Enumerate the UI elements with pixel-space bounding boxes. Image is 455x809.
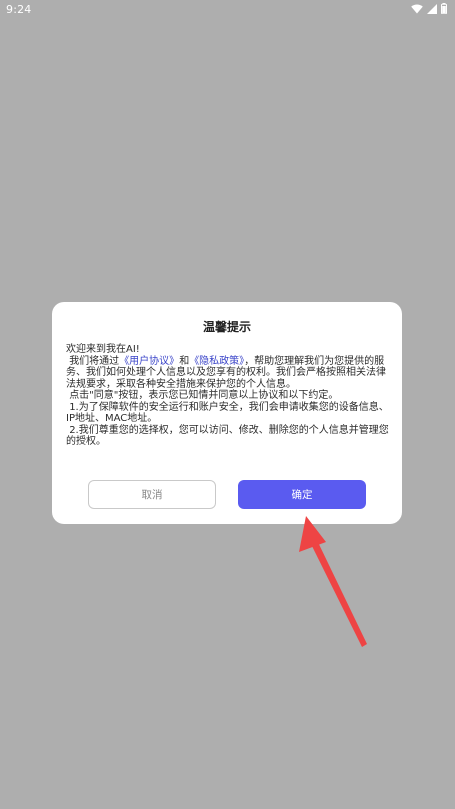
confirm-button[interactable]: 确定 <box>238 480 366 509</box>
battery-icon <box>441 3 447 14</box>
cancel-button[interactable]: 取消 <box>88 480 216 509</box>
dialog-body: 欢迎来到我在AI! 我们将通过《用户协议》和《隐私政策》，帮助您理解我们为您提供… <box>66 344 390 448</box>
user-rights-text: 2.我们尊重您的选择权，您可以访问、修改、删除您的个人信息并管理您的授权。 <box>66 424 389 448</box>
arrow-head <box>299 516 326 552</box>
agreement-paragraph: 我们将通过《用户协议》和《隐私政策》，帮助您理解我们为您提供的服务、我们如何处理… <box>66 356 390 391</box>
user-rights-paragraph: 2.我们尊重您的选择权，您可以访问、修改、删除您的个人信息并管理您的授权。 <box>66 425 390 448</box>
privacy-policy-link[interactable]: 《隐私政策》 <box>189 356 244 367</box>
consent-text: 点击"同意"按钮，表示您已知情并同意以上协议和以下约定。 <box>69 390 339 401</box>
dialog-title: 温馨提示 <box>202 320 251 334</box>
device-info-paragraph: 1.为了保障软件的安全运行和账户安全，我们会申请收集您的设备信息、IP地址、MA… <box>66 402 390 425</box>
status-time: 9:24 <box>6 3 32 16</box>
p1-and-text: 和 <box>179 355 190 367</box>
consent-paragraph: 点击"同意"按钮，表示您已知情并同意以上协议和以下约定。 <box>66 390 390 402</box>
status-bar: 9:24 <box>0 0 455 20</box>
signal-icon <box>427 3 437 14</box>
p1-pre-text: 我们将通过 <box>69 355 120 367</box>
device-info-text: 1.为了保障软件的安全运行和账户安全，我们会申请收集您的设备信息、IP地址、MA… <box>66 401 389 425</box>
arrow-shaft <box>309 536 367 647</box>
wifi-icon <box>411 4 423 13</box>
red-arrow-annotation <box>299 516 367 647</box>
status-icons <box>411 3 447 14</box>
user-agreement-link[interactable]: 《用户协议》 <box>119 356 179 367</box>
privacy-dialog: 温馨提示 欢迎来到我在AI! 我们将通过《用户协议》和《隐私政策》，帮助您理解我… <box>52 302 402 524</box>
greeting-text: 欢迎来到我在AI! <box>66 344 140 355</box>
